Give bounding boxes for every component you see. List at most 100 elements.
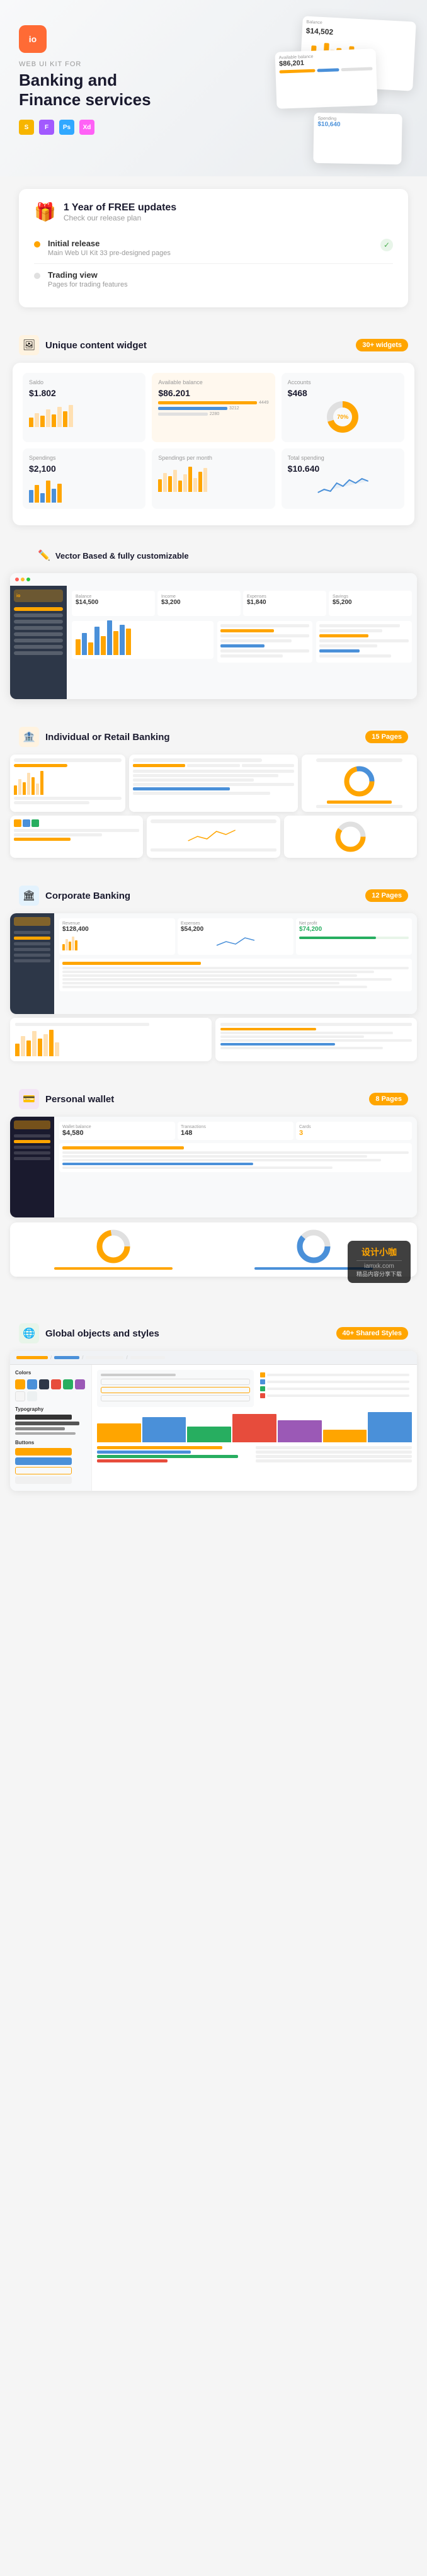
nav-item-2: [14, 620, 63, 624]
vector-label: ✏️ Vector Based & fully customizable: [19, 543, 408, 568]
color-swatch-purple: [75, 1379, 85, 1389]
release-item-trading: Trading view Pages for trading features: [34, 264, 393, 295]
corporate-section-header: 🏛 Corporate Banking 12 Pages: [0, 870, 427, 913]
stat-val-3: $1,840: [247, 599, 322, 606]
trading-desc: Pages for trading features: [48, 281, 393, 288]
stat-label-4: Savings: [333, 595, 408, 599]
spendings-card: Spendings $2,100: [23, 448, 145, 509]
typography-label: Typography: [15, 1406, 86, 1412]
corp-table: [59, 959, 412, 991]
total-spend-value: $10.640: [288, 464, 398, 474]
global-styles-screen: / / / Colors Typogra: [10, 1351, 417, 1491]
stacked-bars: [97, 1411, 412, 1442]
stat-card-3: Expenses $1,840: [243, 591, 326, 616]
color-swatch-red: [51, 1379, 61, 1389]
stat-cards-row: Balance $14,500 Income $3,200 Expenses $…: [72, 591, 412, 616]
update-subtitle: Check our release plan: [64, 214, 176, 222]
balance-value: $86.201: [158, 388, 268, 398]
stat-label-1: Balance: [76, 595, 151, 599]
color-swatch-orange: [15, 1379, 25, 1389]
corp-sidebar: [10, 913, 54, 1014]
saldo-card: Saldo $1.802: [23, 373, 145, 442]
components-panel: [92, 1365, 417, 1491]
global-body: Colors Typography Buttons: [10, 1365, 417, 1491]
saldo-chart: [29, 402, 139, 427]
brand-logo: io: [19, 25, 47, 53]
widgets-badge: 30+ widgets: [356, 339, 408, 351]
wallet-main-screen: Wallet balance $4,580 Transactions 148 C…: [10, 1117, 417, 1217]
colors-label: Colors: [15, 1370, 86, 1376]
spendings-value: $2,100: [29, 464, 139, 474]
global-badge: 40+ Shared Styles: [336, 1327, 408, 1340]
accounts-donut: 70%: [288, 398, 398, 436]
wallet-preview-area: Wallet balance $4,580 Transactions 148 C…: [10, 1117, 417, 1277]
trading-dot: [34, 273, 40, 279]
accounts-label: Accounts: [288, 379, 398, 385]
color-bars-legend: [258, 1370, 412, 1407]
release-label: Initial release: [48, 239, 373, 248]
update-title: 1 Year of FREE updates: [64, 202, 176, 214]
dashboard-main: Balance $14,500 Income $3,200 Expenses $…: [67, 586, 417, 699]
spendings-chart: [29, 477, 139, 503]
widget-row-2: Spendings $2,100 Spendings per month: [23, 448, 404, 509]
individual-screen-6: [284, 816, 417, 858]
individual-screen-4: [10, 816, 143, 858]
wallet-title-wrap: 💳 Personal wallet: [19, 1089, 114, 1109]
individual-badge: 15 Pages: [365, 731, 408, 743]
buttons-label: Buttons: [15, 1440, 86, 1445]
saldo-value: $1.802: [29, 388, 139, 398]
spending-month-label: Spendings per month: [158, 455, 268, 461]
nav-item-5: [14, 639, 63, 642]
line-chart-small: [151, 825, 276, 844]
xd-icon: Xd: [79, 120, 94, 135]
main-chart-area: [72, 621, 214, 659]
stat-label-3: Expenses: [247, 595, 322, 599]
widget-row-1: Saldo $1.802 Available balance $86.201 4…: [23, 373, 404, 442]
dashboard-sidebar: io: [10, 586, 67, 699]
update-header: 🎁 1 Year of FREE updates Check our relea…: [34, 202, 393, 222]
stat-card-1: Balance $14,500: [72, 591, 155, 616]
full-dashboard-preview: io Balance $14,500 Income $3,200: [10, 573, 417, 699]
saldo-label: Saldo: [29, 379, 139, 385]
corporate-main-screen: Revenue $128,400 Expenses $54,200: [10, 913, 417, 1014]
pie-chart-small: [333, 819, 368, 854]
mockup-card-2: Available balance $86,201: [275, 48, 377, 109]
chart-and-list: [72, 621, 412, 663]
watermark-tagline: 精品内容分享下载: [356, 1270, 402, 1278]
color-swatch-blue: [27, 1379, 37, 1389]
nav-item-7: [14, 651, 63, 655]
global-title: Global objects and styles: [45, 1328, 159, 1339]
individual-bottom-row: [10, 816, 417, 858]
individual-preview-area: [10, 755, 417, 858]
color-swatch-light: [27, 1391, 37, 1401]
wallet-donut-1: [15, 1228, 212, 1272]
stat-val-2: $3,200: [161, 599, 237, 606]
corporate-title: Corporate Banking: [45, 891, 130, 901]
corp-table-2: [215, 1018, 417, 1061]
balance-label: Available balance: [158, 379, 268, 385]
donut-chart-large: [342, 764, 377, 799]
individual-screen-1: [10, 755, 125, 812]
wallet-table: [59, 1143, 412, 1172]
dashboard-toolbar: [10, 573, 417, 586]
corp-chart-1: [10, 1018, 212, 1061]
watermark-domain: iamxk.com: [356, 1260, 402, 1270]
global-preview-area: / / / Colors Typogra: [10, 1351, 417, 1491]
wallet-body: Wallet balance $4,580 Transactions 148 C…: [10, 1117, 417, 1217]
color-swatch-green: [63, 1379, 73, 1389]
corp-body: Revenue $128,400 Expenses $54,200: [10, 913, 417, 1014]
release-text-initial: Initial release Main Web UI Kit 33 pre-d…: [48, 239, 373, 257]
hero-mockups: Balance $14,502 Available balance $86,20…: [238, 13, 414, 164]
wallet-icon: 💳: [19, 1089, 39, 1109]
spending-line-chart: [288, 474, 398, 496]
wallet-sidebar: [10, 1117, 54, 1217]
nav-item-4: [14, 632, 63, 636]
accounts-value: $468: [288, 388, 398, 398]
widgets-title: Unique content widget: [45, 340, 147, 351]
corporate-badge: 12 Pages: [365, 889, 408, 902]
corp-bottom-row: [10, 1018, 417, 1061]
dashboard-body: io Balance $14,500 Income $3,200: [10, 586, 417, 699]
stat-card-4: Savings $5,200: [329, 591, 412, 616]
maximize-dot: [26, 578, 30, 581]
corp-icon: 🏛: [19, 886, 39, 906]
